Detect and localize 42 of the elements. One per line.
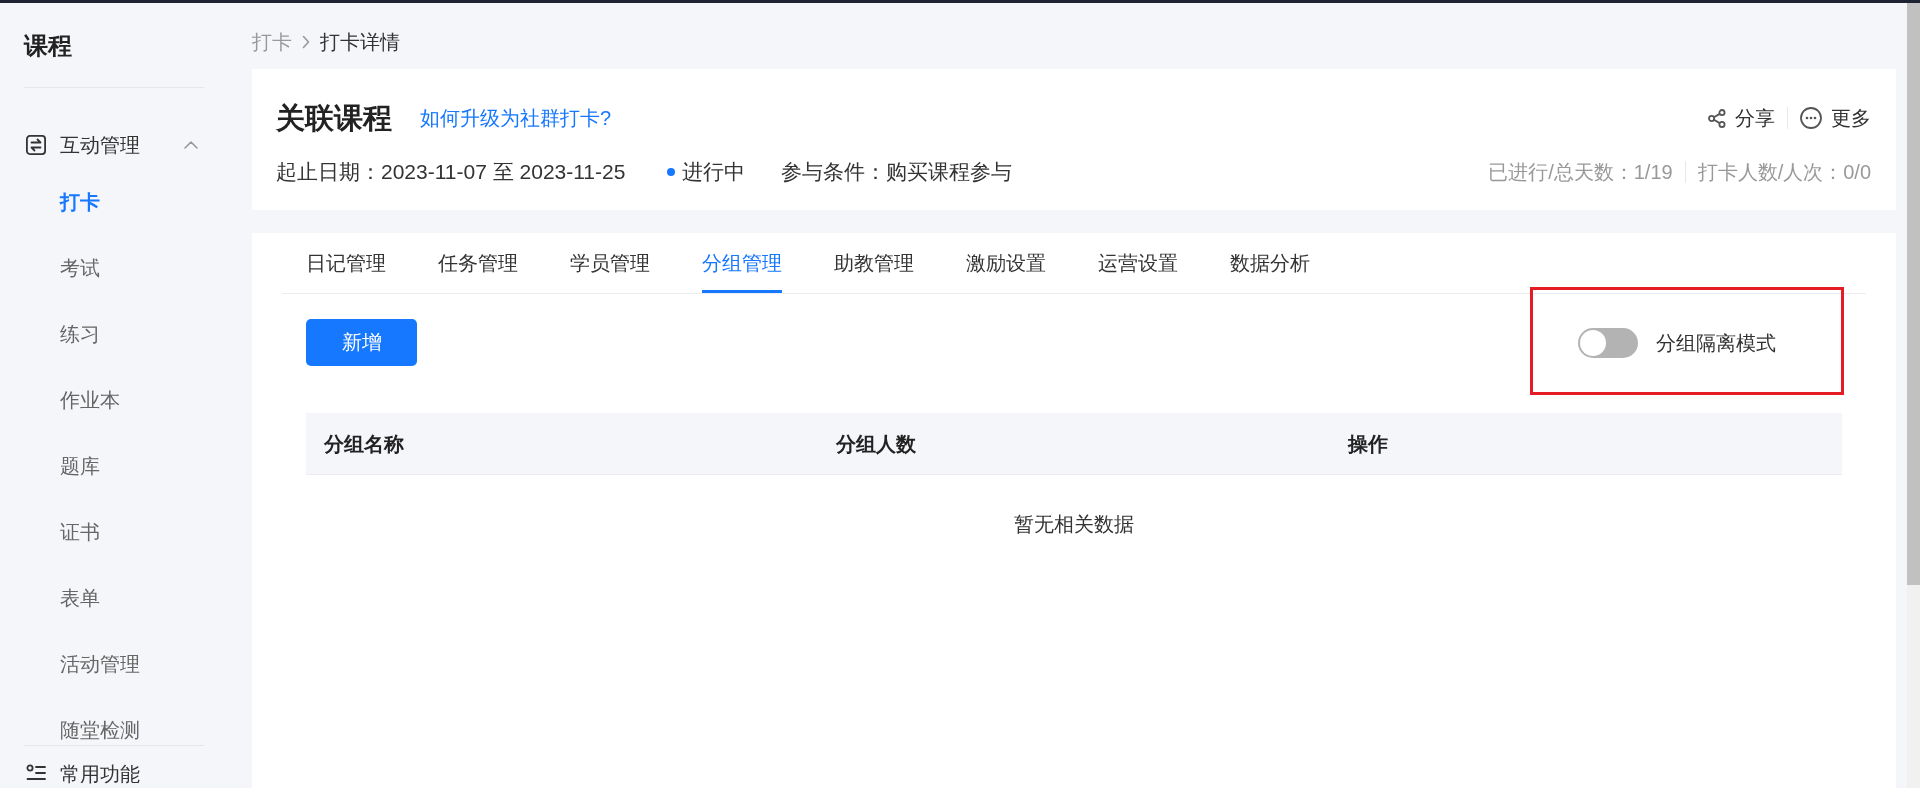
share-icon: [1708, 108, 1726, 128]
scrollbar-thumb[interactable]: [1907, 3, 1920, 585]
nav-group-header[interactable]: 互动管理: [24, 131, 204, 159]
chevron-right-icon: [302, 35, 310, 49]
nav-item[interactable]: 题库: [60, 452, 100, 480]
tab[interactable]: 日记管理: [306, 233, 386, 293]
nav-item[interactable]: 证书: [60, 518, 100, 546]
column-header: 分组人数: [836, 431, 916, 457]
more-icon: [1800, 107, 1822, 129]
swap-icon: [26, 135, 46, 155]
tab[interactable]: 数据分析: [1230, 233, 1310, 293]
date-range: 起止日期：2023-11-07 至 2023-11-25: [276, 159, 626, 185]
sidebar-title: 课程: [24, 31, 72, 61]
nav-item[interactable]: 练习: [60, 320, 100, 348]
column-header: 操作: [1348, 431, 1388, 457]
toggle-label: 分组隔离模式: [1656, 330, 1776, 356]
status-label: 进行中: [682, 159, 746, 185]
column-header: 分组名称: [324, 431, 404, 457]
nav-item[interactable]: 随堂检测: [60, 716, 140, 744]
tab[interactable]: 运营设置: [1098, 233, 1178, 293]
tab[interactable]: 助教管理: [834, 233, 914, 293]
tab[interactable]: 学员管理: [570, 233, 650, 293]
tab[interactable]: 分组管理: [702, 233, 782, 293]
participation-condition: 参与条件：购买课程参与: [781, 159, 1013, 185]
empty-message: 暂无相关数据: [1014, 512, 1134, 537]
stat-text: 已进行/总天数：1/19: [1488, 160, 1673, 185]
course-title: 关联课程: [276, 101, 392, 136]
add-button[interactable]: 新增: [306, 319, 417, 366]
nav-item[interactable]: 活动管理: [60, 650, 140, 678]
help-link[interactable]: 如何升级为社群打卡?: [420, 104, 612, 132]
breadcrumb-current[interactable]: 打卡详情: [320, 28, 400, 56]
toggle-switch[interactable]: [1578, 327, 1638, 358]
nav-item[interactable]: 打卡: [60, 188, 100, 216]
tab[interactable]: 激励设置: [966, 233, 1046, 293]
stat-text: 打卡人数/人次：0/0: [1697, 160, 1871, 185]
nav-item[interactable]: 考试: [60, 254, 100, 282]
tab[interactable]: 任务管理: [438, 233, 518, 293]
nav-item[interactable]: 表单: [60, 584, 100, 612]
more-button[interactable]: 更多: [1800, 104, 1871, 132]
share-button[interactable]: 分享: [1708, 104, 1775, 132]
nav-group-header[interactable]: 常用功能: [24, 760, 204, 788]
nav-item[interactable]: 作业本: [60, 386, 120, 414]
